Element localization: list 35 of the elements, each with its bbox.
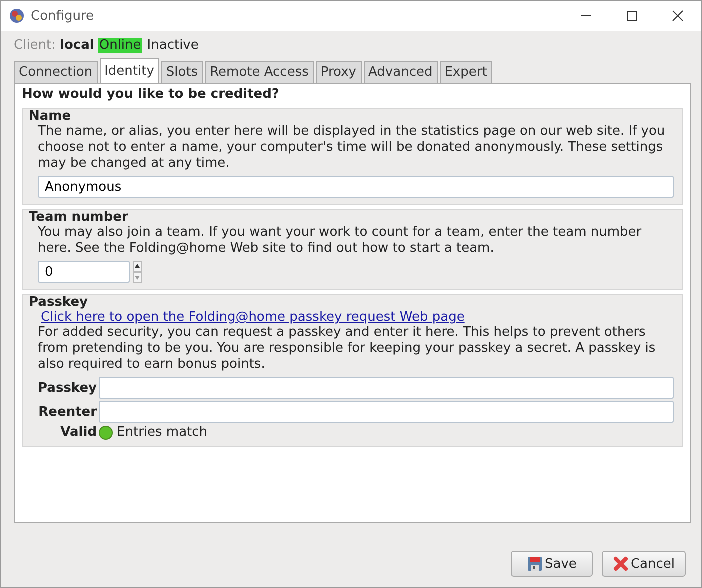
passkey-field[interactable] [99,377,674,399]
tab[interactable]: Connection [14,61,98,83]
field-label: Valid [60,425,98,440]
close-icon [672,10,684,22]
group-title: Passkey [29,295,90,310]
tab[interactable]: Proxy [316,61,362,83]
description-text: You may also join a team. If you want your work to count for a team, enter the team number here. See the Folding@home Web site to find out how to start a team. [38,225,643,257]
spin-arrows-icon[interactable] [133,261,142,283]
window-title: Configure [31,8,96,24]
cross-icon [612,556,629,572]
tab[interactable]: Expert [440,61,492,83]
description-text: For added security, you can request a passkey and enter it here. This helps to prevent others from pretending to be you. You are responsible for keeping your passkey a secret. A passkey is also required to earn bonus points. [38,325,657,373]
description-text: The name, or alias, you enter here will be displayed in the statistics page on our web site. If you choose not to enter a name, your computer's time will be donated anonymously. These settings may be changed at any time. [38,124,666,172]
save-button[interactable]: Save [510,551,593,577]
tab[interactable]: Remote Access [205,61,314,83]
group-title: Team number [29,210,130,225]
client-name: local [60,38,94,52]
client-label: Client: [14,38,56,52]
group-title: Name [29,109,72,124]
tab[interactable]: Slots [161,61,204,83]
cancel-button[interactable]: Cancel [602,551,686,577]
maximize-icon [626,10,638,22]
client-status: Online [98,38,142,52]
client-status: Inactive [146,38,200,52]
section-heading: How would you like to be credited? [22,87,280,102]
validation-message: Entries match [117,425,208,440]
app-icon [9,8,25,24]
tab[interactable]: Advanced [364,61,438,83]
team-number-field[interactable]: 0 [38,261,130,283]
field-label: Reenter [38,404,98,420]
name-field[interactable]: Anonymous [38,176,674,198]
passkey-field[interactable] [99,401,674,423]
tab[interactable]: Identity [100,58,160,83]
passkey-link[interactable]: Click here to open the Folding@home passkey request Web page [41,310,465,325]
field-label: Passkey [38,380,98,396]
